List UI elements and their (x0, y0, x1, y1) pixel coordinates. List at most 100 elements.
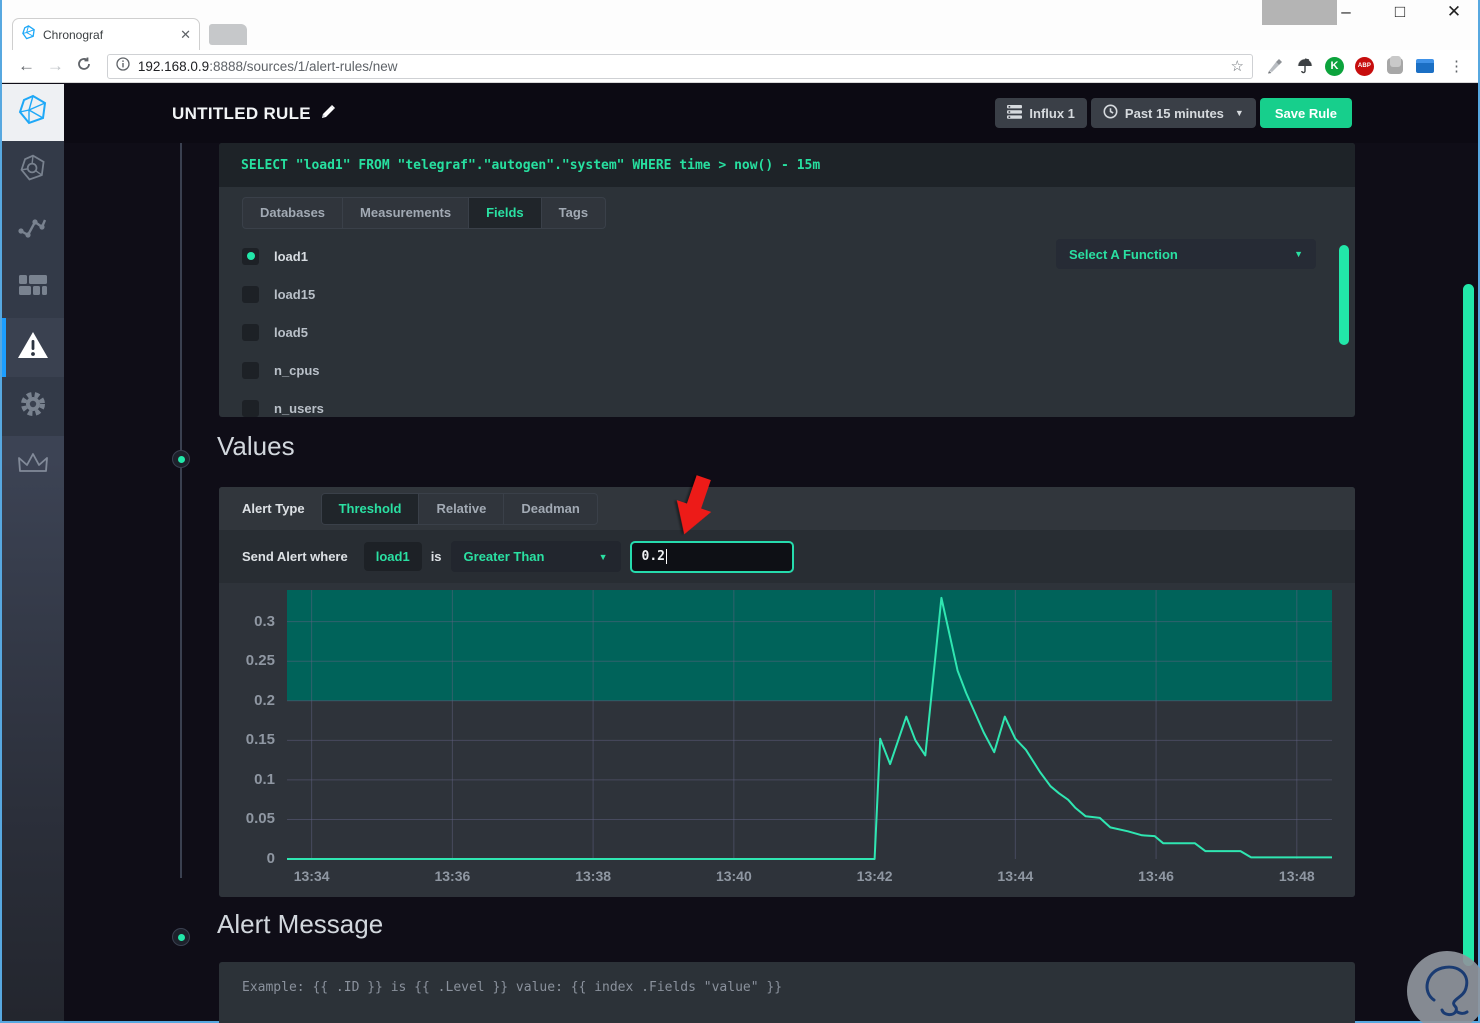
browser-tab[interactable]: Chronograf ✕ (12, 18, 200, 51)
source-button[interactable]: Influx 1 (995, 98, 1087, 128)
y-axis-tick-label: 0 (266, 850, 275, 867)
timeline-dot-alert-message (172, 928, 190, 946)
list-item-n-users[interactable]: n_users (242, 389, 1055, 427)
chevron-down-icon: ▼ (1294, 249, 1303, 259)
select-function-dropdown[interactable]: Select A Function ▼ (1056, 239, 1316, 269)
chronograf-favicon-icon (21, 25, 36, 45)
time-range-dropdown[interactable]: Past 15 minutes ▼ (1090, 98, 1256, 128)
checkbox-checked-icon[interactable] (242, 247, 259, 265)
x-axis-tick-label: 13:36 (434, 868, 471, 884)
window-maximize-button[interactable]: □ (1386, 2, 1414, 22)
y-axis-tick-label: 0.1 (254, 770, 275, 788)
alert-message-heading: Alert Message (217, 909, 384, 939)
list-item-n-cpus[interactable]: n_cpus (242, 351, 1055, 389)
field-list: load1 load15 load5 n_cpus n_users (242, 237, 1055, 427)
sidebar-item-status[interactable] (2, 436, 64, 495)
page-scrollbar[interactable] (1463, 284, 1474, 966)
dashboard-grid-icon (19, 275, 47, 302)
tab-threshold[interactable]: Threshold (321, 493, 420, 524)
rule-header: UNTITLED RULE Influx 1 Past 15 minutes ▼… (64, 84, 1478, 143)
blue-extension-icon[interactable] (1415, 57, 1434, 76)
alert-type-label: Alert Type (242, 501, 305, 516)
checkbox-icon[interactable] (242, 323, 259, 341)
adblock-plus-icon[interactable]: ABP (1355, 56, 1374, 76)
alert-type-row: Alert Type Threshold Relative Deadman (219, 487, 1355, 530)
sidebar-item-hosts[interactable] (2, 141, 64, 200)
gear-icon (18, 389, 48, 424)
page-info-icon[interactable] (116, 56, 130, 76)
alert-message-panel (219, 962, 1355, 1023)
query-builder-panel: SELECT "load1" FROM "telegraf"."autogen"… (219, 143, 1355, 417)
list-item-load15[interactable]: load15 (242, 275, 1055, 313)
browser-menu-icon[interactable]: ⋮ (1445, 57, 1468, 75)
x-axis-tick-label: 13:44 (997, 868, 1034, 884)
x-axis-tick-label: 13:34 (293, 868, 330, 884)
edit-pencil-icon[interactable] (320, 103, 337, 125)
host-polyhedron-icon (18, 153, 48, 188)
tab-close-icon[interactable]: ✕ (180, 27, 191, 43)
x-axis-tick-label: 13:48 (1278, 868, 1315, 884)
url-field[interactable]: 192.168.0.9:8888/sources/1/alert-rules/n… (106, 53, 1253, 79)
back-icon[interactable]: ← (12, 56, 41, 76)
sidebar (2, 84, 64, 1021)
window-minimize-button[interactable]: – (1332, 2, 1360, 22)
y-axis-tick-label: 0.2 (254, 691, 275, 709)
refresh-icon[interactable] (70, 56, 99, 77)
text-cursor (666, 549, 668, 564)
timeline-line (180, 143, 182, 878)
brush-extension-icon[interactable] (1265, 57, 1284, 76)
checkbox-icon[interactable] (242, 361, 259, 379)
y-axis-tick-label: 0.05 (245, 810, 275, 828)
send-alert-where-label: Send Alert where (242, 549, 348, 564)
threshold-shade-region (287, 590, 1332, 701)
sidebar-item-alerting[interactable] (2, 318, 64, 377)
list-item-load5[interactable]: load5 (242, 313, 1055, 351)
values-heading: Values (217, 431, 295, 461)
tab-tags[interactable]: Tags (542, 198, 605, 228)
page-title: UNTITLED RULE (172, 103, 337, 125)
bookmark-star-icon[interactable]: ☆ (1231, 57, 1244, 75)
checkbox-icon[interactable] (242, 285, 259, 303)
list-item-load1[interactable]: load1 (242, 237, 1055, 275)
watermark-logo (1404, 948, 1480, 1023)
save-rule-button[interactable]: Save Rule (1259, 98, 1352, 128)
sidebar-item-logo[interactable] (2, 84, 64, 141)
x-axis-tick-label: 13:40 (715, 868, 752, 884)
tab-title: Chronograf (43, 28, 104, 42)
threshold-chart[interactable]: 0 0.05 0.1 0.15 0.2 0.25 0.3 13:34 13:36 13:38 13:… (219, 583, 1355, 897)
influx-source-icon (1007, 104, 1023, 122)
query-tab-group: Databases Measurements Fields Tags (242, 197, 607, 229)
chronograf-logo-icon (16, 93, 50, 132)
sidebar-item-admin[interactable] (2, 377, 64, 436)
tab-measurements[interactable]: Measurements (343, 198, 470, 228)
tab-databases[interactable]: Databases (243, 198, 344, 228)
rule-content: SELECT "load1" FROM "telegraf"."autogen"… (64, 143, 1480, 1023)
tab-fields[interactable]: Fields (469, 198, 542, 228)
tab-deadman[interactable]: Deadman (504, 494, 597, 524)
address-bar: ← → 192.168.0.9:8888/sources/1/alert-rul… (2, 50, 1478, 83)
checkbox-icon[interactable] (242, 399, 259, 417)
chronograf-app: UNTITLED RULE Influx 1 Past 15 minutes ▼… (2, 84, 1480, 1023)
chart-plot-area[interactable] (287, 590, 1332, 860)
threshold-value-input[interactable]: 0.2 (629, 540, 794, 573)
sidebar-item-dashboards[interactable] (2, 259, 64, 318)
alert-triangle-icon (17, 331, 49, 364)
alert-message-input[interactable] (219, 962, 1355, 1023)
field-badge: load1 (363, 542, 422, 571)
sidebar-item-data-explorer[interactable] (2, 200, 64, 259)
background-window-fragment (1262, 0, 1337, 25)
umbrella-extension-icon[interactable] (1295, 57, 1314, 76)
crown-icon (18, 452, 48, 479)
window-close-button[interactable]: ✕ (1440, 2, 1468, 22)
panel-scrollbar[interactable] (1339, 245, 1349, 345)
query-text[interactable]: SELECT "load1" FROM "telegraf"."autogen"… (219, 143, 1355, 187)
is-label: is (430, 549, 442, 564)
operator-dropdown[interactable]: Greater Than ▼ (450, 541, 621, 572)
clock-icon (1103, 104, 1118, 122)
tab-relative[interactable]: Relative (419, 493, 505, 524)
kaspersky-extension-icon[interactable]: K (1325, 56, 1344, 76)
browser-chrome: – □ ✕ Chronograf ✕ (2, 0, 1478, 51)
gray-extension-icon[interactable] (1385, 56, 1404, 76)
condition-row: Send Alert where load1 is Greater Than ▼… (219, 530, 1355, 583)
forward-icon[interactable]: → (41, 56, 70, 76)
